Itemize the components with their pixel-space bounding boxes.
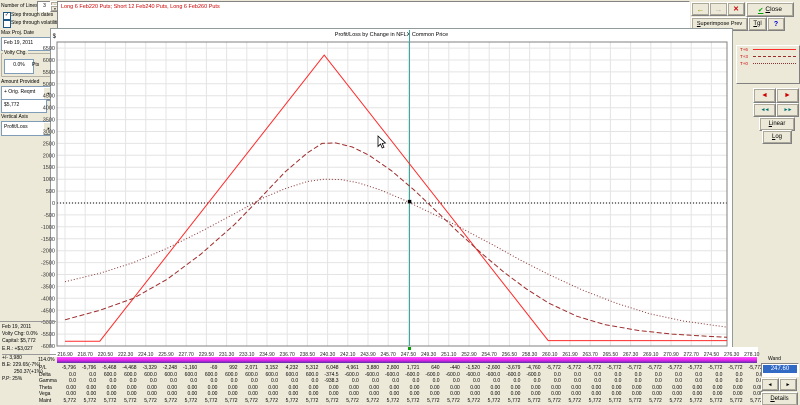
legend-entry-T+3: T+3 <box>737 53 799 60</box>
max-proj-date-label: Max Proj. Date <box>1 30 34 36</box>
max-proj-date-input[interactable]: Feb 19, 2011 <box>1 37 52 51</box>
volty-chg-input[interactable]: 0.0% <box>4 59 34 74</box>
next-date-button[interactable]: ► <box>776 88 799 103</box>
table-cell: 0.0 <box>737 378 763 384</box>
details-button[interactable]: Details <box>761 392 798 405</box>
x-axis-strip <box>50 347 758 357</box>
wand-prev-icon: ◄ <box>768 382 773 388</box>
linear-button[interactable]: Linear <box>759 117 795 131</box>
chart-legend: T+6T+3T+0 <box>736 45 800 84</box>
fast-prev-icon: ◄◄ <box>761 107 769 113</box>
summary-divider <box>0 321 56 322</box>
fast-next-button[interactable]: ►► <box>776 103 799 117</box>
amount-provided-value: + Orig. Reqmt <box>4 89 35 95</box>
table-row-label: Vega <box>39 391 50 397</box>
number-of-lines-label: Number of Lines <box>1 3 38 9</box>
graphic-analysis-window: { "top_bar": { "number_of_lines_label": … <box>0 0 800 405</box>
delete-button[interactable]: ✕ <box>727 2 745 16</box>
strategy-title: Long 6 Feb220 Puts; Short 12 Feb240 Puts… <box>58 2 689 13</box>
vertical-axis-label: Vertical Axis <box>1 114 28 120</box>
forward-icon: → <box>715 5 723 14</box>
table-cell: -5,772 <box>737 365 763 371</box>
chart-title: Profit/Loss by Change in NFLX Common Pri… <box>51 29 732 38</box>
table-row-label: Delta <box>39 372 51 378</box>
wand-next-button[interactable]: ► <box>779 378 797 391</box>
prev-arrow-icon: ◄ <box>761 92 768 99</box>
volty-chg-units: Pts <box>32 62 39 68</box>
table-cell: 0.00 <box>737 385 763 391</box>
fast-prev-button[interactable]: ◄◄ <box>753 103 776 117</box>
vertical-axis-value: Profit/Loss <box>4 124 28 130</box>
horizontal-scrollbar[interactable] <box>57 357 757 363</box>
tgl-button[interactable]: Tgl <box>748 17 767 31</box>
close-check-icon: ✔ <box>758 6 763 14</box>
vertical-axis-select[interactable]: Profit/Loss ▼ <box>1 121 55 136</box>
axis-scale-label: 114.0% <box>38 357 55 363</box>
tgl-label: Tgl <box>753 21 761 27</box>
wand-prev-button[interactable]: ◄ <box>761 378 779 391</box>
close-label: Close <box>765 6 782 13</box>
table-cell: 0.00 <box>737 391 763 397</box>
superimpose-label: Superimpose Prev <box>697 21 742 27</box>
back-icon: ← <box>697 5 705 14</box>
wand-label: Wand <box>768 356 781 362</box>
linear-label: Linear <box>769 121 786 127</box>
step-dates-label: Step through dates <box>11 12 53 18</box>
chart-window: Profit/Loss by Change in NFLX Common Pri… <box>50 28 733 349</box>
legend-entry-T+6: T+6 <box>737 46 799 53</box>
help-button[interactable]: ? <box>767 17 785 31</box>
details-label: Details <box>770 396 788 402</box>
table-cell: 0.0 <box>737 372 763 378</box>
volty-chg-label: Volty Chg. <box>3 50 28 56</box>
table-row-label: P/L <box>39 365 47 371</box>
strategy-title-box: Long 6 Feb220 Puts; Short 12 Feb240 Puts… <box>57 1 690 29</box>
summary-volty: Volty Chg: 0.0% <box>2 331 56 338</box>
step-vols-label: Step through volatilities <box>11 20 63 26</box>
wand-input[interactable]: 247.60 <box>761 363 799 377</box>
step-dates-checkbox[interactable]: ✓ <box>3 12 11 20</box>
prev-date-button[interactable]: ◄ <box>753 88 776 103</box>
delete-icon: ✕ <box>733 5 739 13</box>
help-icon: ? <box>774 21 778 28</box>
summary-breakeven-1: B.E: 229.65(-7%) <box>2 362 56 369</box>
wand-next-icon: ► <box>786 382 791 388</box>
amount-provided-label: Amount Provided <box>1 79 39 85</box>
back-button[interactable]: ← <box>691 2 710 16</box>
wand-value: 247.60 <box>763 365 797 373</box>
summary-capital: Capital: $5,772 <box>2 338 56 345</box>
log-button[interactable]: Log <box>762 130 792 144</box>
forward-button[interactable]: → <box>709 2 728 16</box>
summary-er: E.R.: +$3,027 <box>2 346 56 353</box>
step-vols-checkbox[interactable] <box>3 20 11 28</box>
table-cell: 5,772 <box>737 398 763 404</box>
amount-provided-amount[interactable]: $5,772 <box>1 99 47 113</box>
next-arrow-icon: ► <box>784 92 791 99</box>
fast-next-icon: ►► <box>784 107 792 113</box>
legend-entry-T+0: T+0 <box>737 60 799 67</box>
summary-date: Feb 19, 2011 <box>2 324 56 331</box>
close-button[interactable]: ✔ Close <box>746 2 794 17</box>
log-label: Log <box>772 134 782 140</box>
